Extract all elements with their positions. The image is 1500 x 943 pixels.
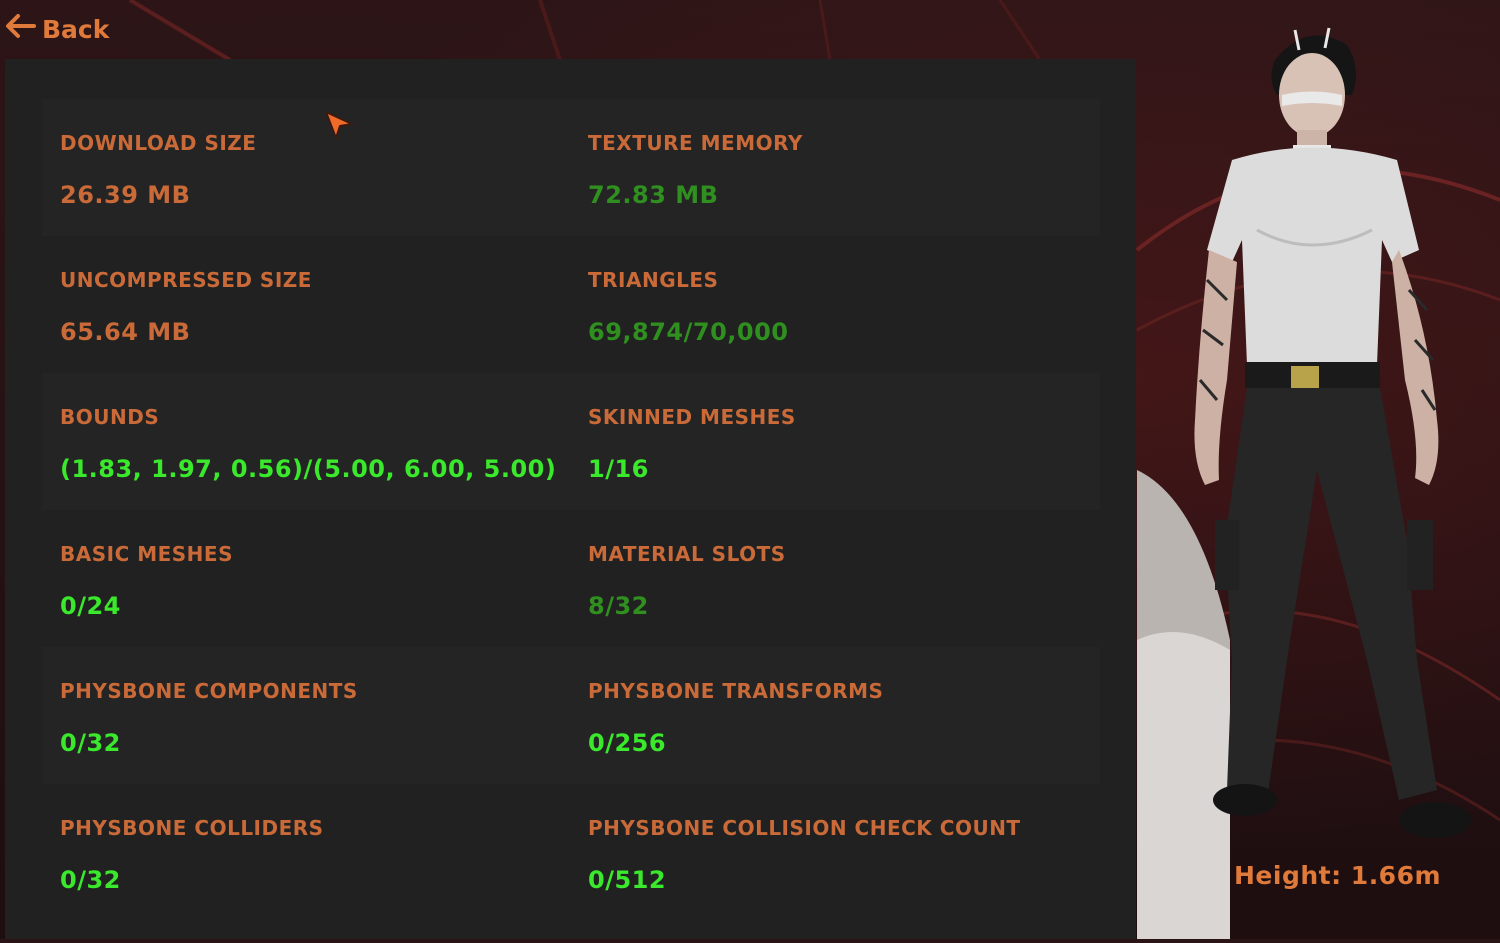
back-label: Back bbox=[42, 14, 110, 44]
stats-row: DOWNLOAD SIZE 26.39 MB TEXTURE MEMORY 72… bbox=[42, 99, 1100, 236]
stat-texture-memory: TEXTURE MEMORY 72.83 MB bbox=[570, 99, 1098, 236]
stat-value: 69,874/70,000 bbox=[588, 318, 789, 346]
back-button[interactable]: Back bbox=[4, 10, 109, 48]
stats-row: PHYSBONE COLLIDERS 0/32 PHYSBONE COLLISI… bbox=[42, 784, 1100, 921]
stat-label: TRIANGLES bbox=[588, 268, 719, 292]
avatar-figure bbox=[1194, 27, 1471, 838]
mouse-cursor-icon bbox=[325, 111, 353, 139]
stat-physbone-collision-check-count: PHYSBONE COLLISION CHECK COUNT 0/512 bbox=[570, 784, 1098, 921]
performance-stats-panel: DOWNLOAD SIZE 26.39 MB TEXTURE MEMORY 72… bbox=[5, 59, 1136, 939]
stats-grid: DOWNLOAD SIZE 26.39 MB TEXTURE MEMORY 72… bbox=[42, 99, 1100, 921]
stats-row: PHYSBONE COMPONENTS 0/32 PHYSBONE TRANSF… bbox=[42, 647, 1100, 784]
stat-triangles: TRIANGLES 69,874/70,000 bbox=[570, 236, 1098, 373]
stat-label: MATERIAL SLOTS bbox=[588, 542, 786, 566]
stat-download-size: DOWNLOAD SIZE 26.39 MB bbox=[42, 99, 570, 236]
stat-value: 0/512 bbox=[588, 866, 667, 894]
stat-label: PHYSBONE COLLIDERS bbox=[60, 816, 324, 840]
avatar-preview[interactable] bbox=[1137, 0, 1500, 939]
stat-physbone-colliders: PHYSBONE COLLIDERS 0/32 bbox=[42, 784, 570, 921]
stat-uncompressed-size: UNCOMPRESSED SIZE 65.64 MB bbox=[42, 236, 570, 373]
stat-value: 1/16 bbox=[588, 455, 649, 483]
stat-value: (1.83, 1.97, 0.56)/(5.00, 6.00, 5.00) bbox=[60, 455, 557, 483]
stat-bounds: BOUNDS (1.83, 1.97, 0.56)/(5.00, 6.00, 5… bbox=[42, 373, 570, 510]
stat-value: 8/32 bbox=[588, 592, 649, 620]
stat-physbone-transforms: PHYSBONE TRANSFORMS 0/256 bbox=[570, 647, 1098, 784]
stat-material-slots: MATERIAL SLOTS 8/32 bbox=[570, 510, 1098, 647]
stat-value: 65.64 MB bbox=[60, 318, 191, 346]
stat-value: 0/32 bbox=[60, 729, 121, 757]
stat-label: BOUNDS bbox=[60, 405, 160, 429]
stat-label: UNCOMPRESSED SIZE bbox=[60, 268, 312, 292]
stat-label: TEXTURE MEMORY bbox=[588, 131, 803, 155]
stat-basic-meshes: BASIC MESHES 0/24 bbox=[42, 510, 570, 647]
stat-value: 0/32 bbox=[60, 866, 121, 894]
stat-value: 0/24 bbox=[60, 592, 121, 620]
arrow-left-icon bbox=[4, 12, 36, 46]
stat-label: BASIC MESHES bbox=[60, 542, 233, 566]
stat-label: SKINNED MESHES bbox=[588, 405, 796, 429]
stats-row: BOUNDS (1.83, 1.97, 0.56)/(5.00, 6.00, 5… bbox=[42, 373, 1100, 510]
stat-label: PHYSBONE TRANSFORMS bbox=[588, 679, 884, 703]
stats-row: BASIC MESHES 0/24 MATERIAL SLOTS 8/32 bbox=[42, 510, 1100, 647]
stat-skinned-meshes: SKINNED MESHES 1/16 bbox=[570, 373, 1098, 510]
stat-label: PHYSBONE COMPONENTS bbox=[60, 679, 358, 703]
stats-row: UNCOMPRESSED SIZE 65.64 MB TRIANGLES 69,… bbox=[42, 236, 1100, 373]
stat-value: 72.83 MB bbox=[588, 181, 719, 209]
stat-physbone-components: PHYSBONE COMPONENTS 0/32 bbox=[42, 647, 570, 784]
stat-value: 0/256 bbox=[588, 729, 667, 757]
stat-label: PHYSBONE COLLISION CHECK COUNT bbox=[588, 816, 1021, 840]
stat-value: 26.39 MB bbox=[60, 181, 191, 209]
avatar-height-label: Height: 1.66m bbox=[1234, 861, 1442, 890]
stat-label: DOWNLOAD SIZE bbox=[60, 131, 257, 155]
